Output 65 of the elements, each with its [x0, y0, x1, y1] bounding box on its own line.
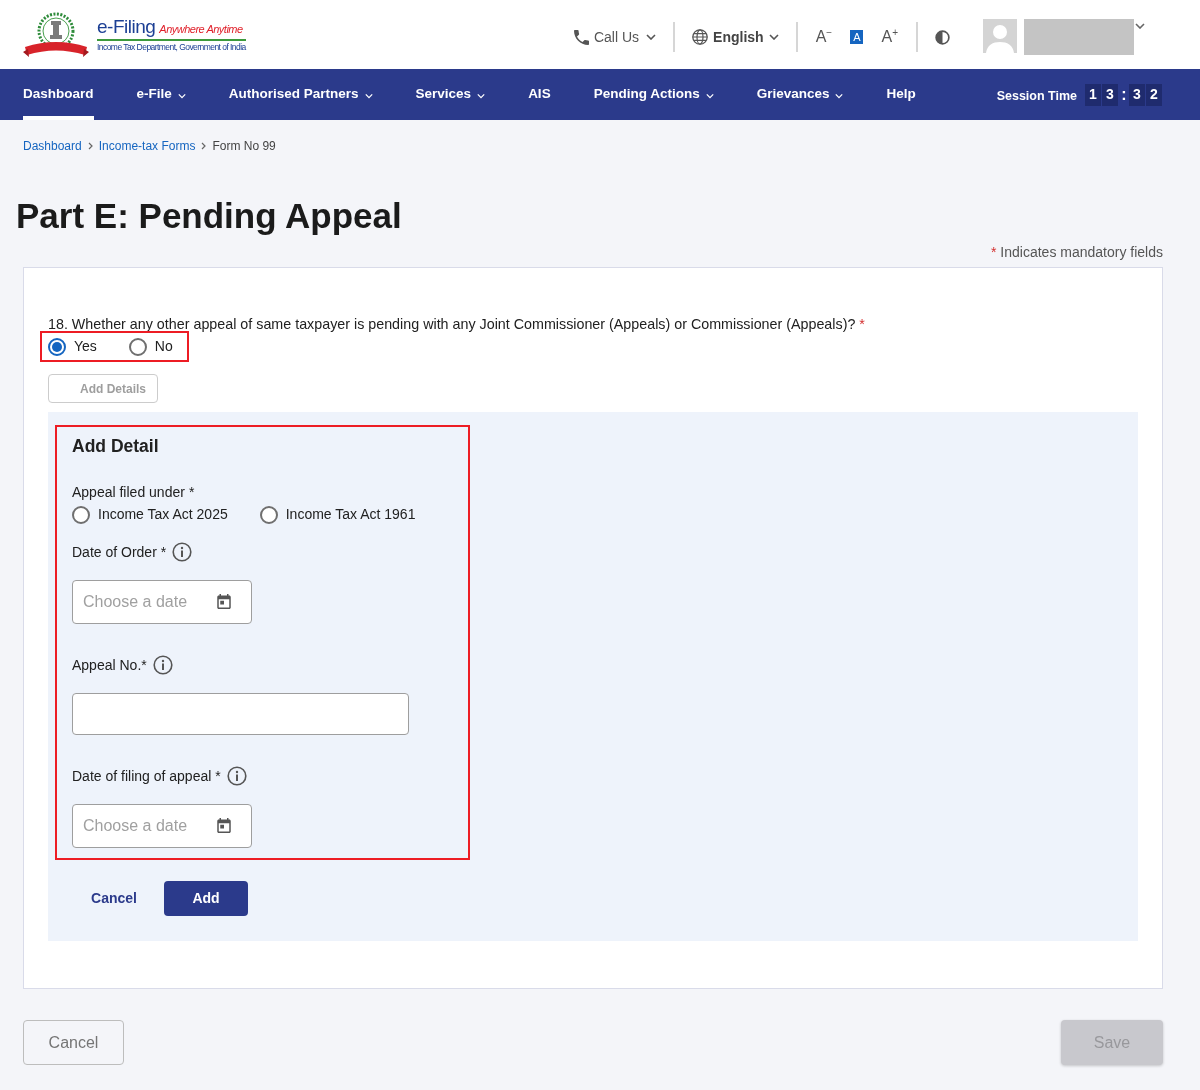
breadcrumb-link[interactable]: Income-tax Forms: [98, 138, 196, 154]
timer-separator: :: [1120, 86, 1128, 103]
field-label: Date of filing of appeal: [72, 767, 212, 786]
field-label: Date of Order: [72, 543, 157, 562]
radio-icon[interactable]: [259, 505, 278, 524]
globe-icon: [692, 29, 709, 45]
page-title: Part E: Pending Appeal: [16, 195, 403, 237]
timer-digit: 2: [1146, 83, 1162, 106]
contrast-icon[interactable]: [935, 29, 950, 45]
calendar-icon[interactable]: [217, 594, 231, 609]
chevron-right-icon: [201, 142, 207, 150]
radio-icon[interactable]: [48, 337, 66, 356]
nav-tab[interactable]: Dashboard: [23, 69, 94, 120]
calendar-icon[interactable]: [217, 818, 231, 833]
logo-title: e-Filing: [97, 16, 156, 36]
radio-option[interactable]: Income Tax Act 2025: [72, 504, 228, 525]
nav-tab[interactable]: AIS: [528, 69, 551, 120]
field-label: Appeal No.: [72, 656, 142, 675]
caret-icon: [646, 34, 657, 40]
timer-digit: 3: [1102, 83, 1118, 106]
radio-option[interactable]: Income Tax Act 1961: [259, 504, 416, 525]
radio-icon[interactable]: [72, 505, 90, 524]
question-text: 18. Whether any other appeal of same taxpayer is pending with any Joint Commissioner (Appeals) or Commissioner (Appeals)? *: [48, 315, 866, 334]
required-mark: *: [141, 656, 147, 675]
breadcrumb-current: Form No 99: [212, 138, 276, 154]
radio-option[interactable]: No: [128, 336, 173, 357]
nav-tab[interactable]: Pending Actions: [593, 69, 714, 120]
text-size-button[interactable]: A$^{−}$: [814, 29, 834, 45]
required-mark: *: [188, 483, 195, 502]
timer-digit: 3: [1129, 83, 1145, 106]
required-mark: *: [215, 767, 221, 786]
required-mark: *: [160, 543, 167, 562]
nav-tab[interactable]: e-File: [136, 69, 186, 120]
text-size-button[interactable]: A$^{+}$: [880, 29, 899, 45]
date-field[interactable]: Choose a date: [72, 580, 252, 624]
date-field[interactable]: Choose a date: [72, 804, 252, 848]
phone-icon: [573, 29, 589, 45]
chevron-right-icon: [87, 142, 93, 150]
text-size-button[interactable]: A: [850, 30, 864, 44]
timer-digit: 1: [1085, 83, 1101, 106]
nav-tab[interactable]: Grievances: [756, 69, 844, 120]
logo-tagline: Anywhere Anytime: [159, 21, 243, 37]
radio-option[interactable]: Yes: [48, 336, 97, 357]
call-us-button[interactable]: Call Us: [573, 26, 657, 48]
field-label: Appeal filed under: [72, 483, 185, 502]
logo-subtitle: Income Tax Department, Government of India: [97, 43, 246, 53]
session-time-label: Session Time: [996, 87, 1077, 105]
nav-tab[interactable]: Help: [886, 69, 916, 120]
info-icon[interactable]: [152, 655, 173, 675]
add-button[interactable]: Add: [164, 881, 248, 916]
mandatory-note: * Indicates mandatory fields: [989, 244, 1163, 260]
nav-tab[interactable]: Services: [415, 69, 486, 120]
cancel-button[interactable]: Cancel: [23, 1020, 124, 1065]
caret-icon: [768, 34, 779, 40]
text-field[interactable]: [72, 693, 409, 735]
emblem-icon: [23, 10, 89, 59]
info-icon[interactable]: [172, 542, 193, 562]
caret-icon[interactable]: [1135, 23, 1145, 29]
cancel-button[interactable]: Cancel: [72, 881, 156, 916]
radio-icon[interactable]: [128, 337, 147, 356]
info-icon[interactable]: [226, 766, 247, 786]
section-heading: Add Detail: [72, 435, 160, 457]
language-button[interactable]: English: [692, 26, 779, 48]
breadcrumb-link[interactable]: Dashboard: [23, 138, 82, 154]
nav-tab[interactable]: Authorised Partners: [228, 69, 373, 120]
